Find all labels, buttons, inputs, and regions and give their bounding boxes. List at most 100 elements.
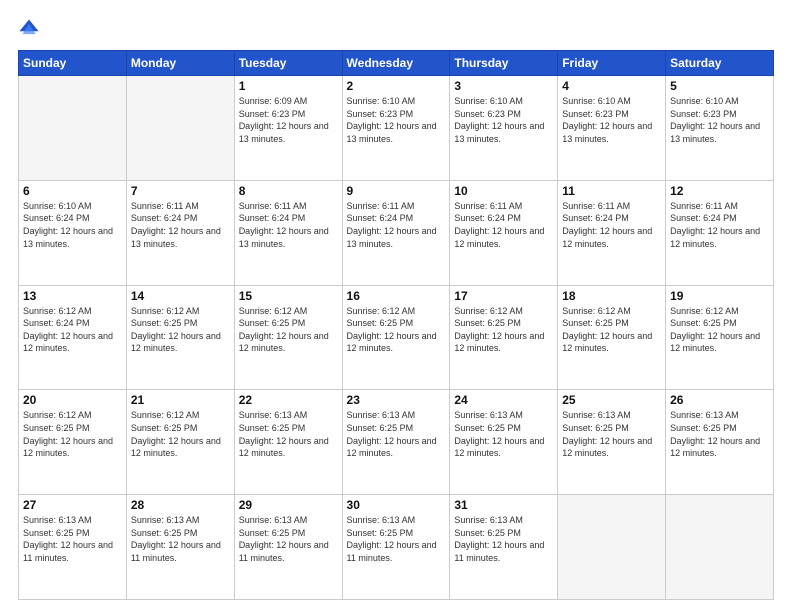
calendar-cell — [19, 76, 127, 181]
day-detail: Sunrise: 6:12 AMSunset: 6:24 PMDaylight:… — [23, 305, 122, 355]
day-detail: Sunrise: 6:12 AMSunset: 6:25 PMDaylight:… — [670, 305, 769, 355]
calendar-cell: 27 Sunrise: 6:13 AMSunset: 6:25 PMDayligh… — [19, 495, 127, 600]
calendar-cell: 12Sunrise: 6:11 AMSunset: 6:24 PMDayligh… — [666, 180, 774, 285]
calendar-cell: 28 Sunrise: 6:13 AMSunset: 6:25 PMDayligh… — [126, 495, 234, 600]
calendar-cell: 6Sunrise: 6:10 AMSunset: 6:24 PMDaylight… — [19, 180, 127, 285]
header — [18, 18, 774, 40]
day-number: 21 — [131, 393, 230, 407]
calendar-cell: 13 Sunrise: 6:12 AMSunset: 6:24 PMDayligh… — [19, 285, 127, 390]
day-detail: Sunrise: 6:12 AMSunset: 6:25 PMDaylight:… — [239, 305, 338, 355]
day-detail: Sunrise: 6:10 AMSunset: 6:23 PMDaylight:… — [454, 95, 553, 145]
calendar-cell: 19 Sunrise: 6:12 AMSunset: 6:25 PMDayligh… — [666, 285, 774, 390]
day-detail: Sunrise: 6:11 AMSunset: 6:24 PMDaylight:… — [347, 200, 446, 250]
day-number: 14 — [131, 289, 230, 303]
day-detail: Sunrise: 6:13 AMSunset: 6:25 PMDaylight:… — [670, 409, 769, 459]
day-detail: Sunrise: 6:11 AMSunset: 6:24 PMDaylight:… — [131, 200, 230, 250]
day-number: 13 — [23, 289, 122, 303]
day-detail: Sunrise: 6:13 AMSunset: 6:25 PMDaylight:… — [347, 409, 446, 459]
weekday-header-row: SundayMondayTuesdayWednesdayThursdayFrid… — [19, 51, 774, 76]
day-detail: Sunrise: 6:12 AMSunset: 6:25 PMDaylight:… — [347, 305, 446, 355]
weekday-header-monday: Monday — [126, 51, 234, 76]
day-number: 1 — [239, 79, 338, 93]
day-detail: Sunrise: 6:11 AMSunset: 6:24 PMDaylight:… — [239, 200, 338, 250]
weekday-header-thursday: Thursday — [450, 51, 558, 76]
calendar-cell: 23 Sunrise: 6:13 AMSunset: 6:25 PMDayligh… — [342, 390, 450, 495]
calendar-cell: 7 Sunrise: 6:11 AMSunset: 6:24 PMDaylight… — [126, 180, 234, 285]
day-number: 22 — [239, 393, 338, 407]
day-detail: Sunrise: 6:12 AMSunset: 6:25 PMDaylight:… — [454, 305, 553, 355]
day-number: 3 — [454, 79, 553, 93]
day-number: 2 — [347, 79, 446, 93]
calendar-cell: 26 Sunrise: 6:13 AMSunset: 6:25 PMDayligh… — [666, 390, 774, 495]
logo — [18, 18, 44, 40]
day-detail: Sunrise: 6:13 AMSunset: 6:25 PMDaylight:… — [454, 514, 553, 564]
day-number: 11 — [562, 184, 661, 198]
calendar-cell: 14 Sunrise: 6:12 AMSunset: 6:25 PMDayligh… — [126, 285, 234, 390]
day-number: 7 — [131, 184, 230, 198]
calendar-cell: 31 Sunrise: 6:13 AMSunset: 6:25 PMDayligh… — [450, 495, 558, 600]
calendar-cell: 29Sunrise: 6:13 AMSunset: 6:25 PMDayligh… — [234, 495, 342, 600]
calendar-cell: 16 Sunrise: 6:12 AMSunset: 6:25 PMDayligh… — [342, 285, 450, 390]
day-number: 24 — [454, 393, 553, 407]
day-detail: Sunrise: 6:13 AMSunset: 6:25 PMDaylight:… — [23, 514, 122, 564]
day-number: 10 — [454, 184, 553, 198]
day-detail: Sunrise: 6:10 AMSunset: 6:23 PMDaylight:… — [562, 95, 661, 145]
day-detail: Sunrise: 6:10 AMSunset: 6:23 PMDaylight:… — [347, 95, 446, 145]
calendar-cell: 3 Sunrise: 6:10 AMSunset: 6:23 PMDaylight… — [450, 76, 558, 181]
day-number: 23 — [347, 393, 446, 407]
calendar-table: SundayMondayTuesdayWednesdayThursdayFrid… — [18, 50, 774, 600]
calendar-cell: 8Sunrise: 6:11 AMSunset: 6:24 PMDaylight… — [234, 180, 342, 285]
calendar-cell: 15 Sunrise: 6:12 AMSunset: 6:25 PMDayligh… — [234, 285, 342, 390]
calendar-cell: 24Sunrise: 6:13 AMSunset: 6:25 PMDayligh… — [450, 390, 558, 495]
calendar-cell: 2 Sunrise: 6:10 AMSunset: 6:23 PMDaylight… — [342, 76, 450, 181]
day-detail: Sunrise: 6:13 AMSunset: 6:25 PMDaylight:… — [239, 514, 338, 564]
calendar-cell: 20Sunrise: 6:12 AMSunset: 6:25 PMDayligh… — [19, 390, 127, 495]
calendar-cell: 25Sunrise: 6:13 AMSunset: 6:25 PMDayligh… — [558, 390, 666, 495]
calendar-cell: 11Sunrise: 6:11 AMSunset: 6:24 PMDayligh… — [558, 180, 666, 285]
calendar-cell: 21 Sunrise: 6:12 AMSunset: 6:25 PMDayligh… — [126, 390, 234, 495]
day-detail: Sunrise: 6:10 AMSunset: 6:24 PMDaylight:… — [23, 200, 122, 250]
calendar-week-2: 6Sunrise: 6:10 AMSunset: 6:24 PMDaylight… — [19, 180, 774, 285]
day-detail: Sunrise: 6:12 AMSunset: 6:25 PMDaylight:… — [131, 305, 230, 355]
calendar-cell: 5Sunrise: 6:10 AMSunset: 6:23 PMDaylight… — [666, 76, 774, 181]
day-number: 18 — [562, 289, 661, 303]
weekday-header-friday: Friday — [558, 51, 666, 76]
calendar-cell: 4 Sunrise: 6:10 AMSunset: 6:23 PMDaylight… — [558, 76, 666, 181]
calendar-cell: 22Sunrise: 6:13 AMSunset: 6:25 PMDayligh… — [234, 390, 342, 495]
weekday-header-wednesday: Wednesday — [342, 51, 450, 76]
day-number: 27 — [23, 498, 122, 512]
day-number: 31 — [454, 498, 553, 512]
calendar-cell: 17Sunrise: 6:12 AMSunset: 6:25 PMDayligh… — [450, 285, 558, 390]
calendar-cell — [558, 495, 666, 600]
day-detail: Sunrise: 6:12 AMSunset: 6:25 PMDaylight:… — [562, 305, 661, 355]
weekday-header-sunday: Sunday — [19, 51, 127, 76]
day-number: 9 — [347, 184, 446, 198]
day-number: 19 — [670, 289, 769, 303]
weekday-header-saturday: Saturday — [666, 51, 774, 76]
day-number: 4 — [562, 79, 661, 93]
calendar-cell: 9 Sunrise: 6:11 AMSunset: 6:24 PMDaylight… — [342, 180, 450, 285]
calendar-week-1: 1Sunrise: 6:09 AMSunset: 6:23 PMDaylight… — [19, 76, 774, 181]
day-number: 15 — [239, 289, 338, 303]
calendar-week-5: 27 Sunrise: 6:13 AMSunset: 6:25 PMDayligh… — [19, 495, 774, 600]
calendar-cell: 1Sunrise: 6:09 AMSunset: 6:23 PMDaylight… — [234, 76, 342, 181]
day-detail: Sunrise: 6:12 AMSunset: 6:25 PMDaylight:… — [131, 409, 230, 459]
calendar-cell: 30Sunrise: 6:13 AMSunset: 6:25 PMDayligh… — [342, 495, 450, 600]
day-number: 30 — [347, 498, 446, 512]
calendar-cell — [666, 495, 774, 600]
day-number: 16 — [347, 289, 446, 303]
calendar-cell — [126, 76, 234, 181]
weekday-header-tuesday: Tuesday — [234, 51, 342, 76]
day-number: 5 — [670, 79, 769, 93]
general-blue-logo-icon — [18, 18, 40, 40]
day-detail: Sunrise: 6:11 AMSunset: 6:24 PMDaylight:… — [454, 200, 553, 250]
day-detail: Sunrise: 6:11 AMSunset: 6:24 PMDaylight:… — [670, 200, 769, 250]
day-detail: Sunrise: 6:13 AMSunset: 6:25 PMDaylight:… — [131, 514, 230, 564]
calendar-cell: 10 Sunrise: 6:11 AMSunset: 6:24 PMDayligh… — [450, 180, 558, 285]
day-number: 26 — [670, 393, 769, 407]
day-number: 20 — [23, 393, 122, 407]
page: SundayMondayTuesdayWednesdayThursdayFrid… — [0, 0, 792, 612]
day-detail: Sunrise: 6:13 AMSunset: 6:25 PMDaylight:… — [562, 409, 661, 459]
day-number: 28 — [131, 498, 230, 512]
calendar-cell: 18 Sunrise: 6:12 AMSunset: 6:25 PMDayligh… — [558, 285, 666, 390]
